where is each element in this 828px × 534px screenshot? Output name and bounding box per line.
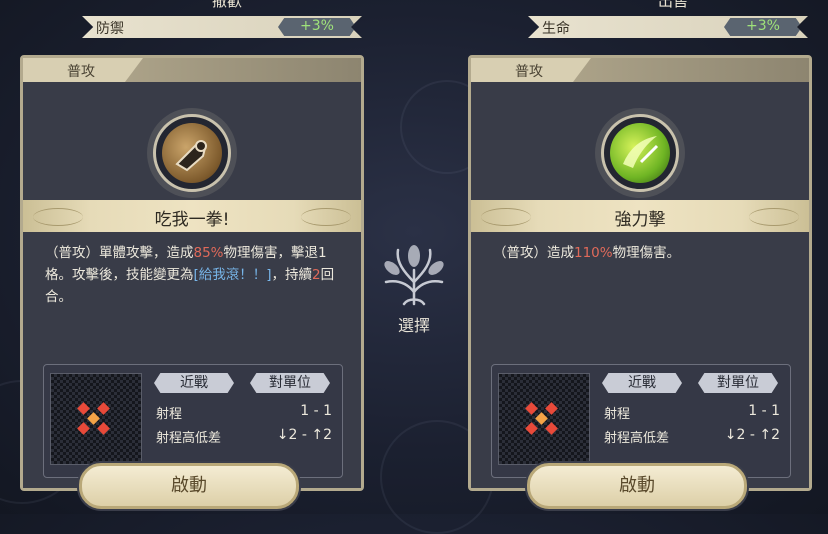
right-stat-tag: 出售 生命 +3% <box>528 0 818 38</box>
melee-tag: 近戰 <box>602 373 682 393</box>
right-activate-button[interactable]: 啟動 <box>527 463 747 509</box>
card-body: 吃我一拳! （普攻）單體攻擊，造成85%物理傷害，擊退1格。攻擊後，技能變更為[… <box>23 82 361 488</box>
left-top-caption: 撤歡 <box>211 0 242 10</box>
diamond-cross-pattern <box>525 402 558 435</box>
left-activate-button[interactable]: 啟動 <box>79 463 299 509</box>
right-top-caption: 出售 <box>657 0 688 10</box>
left-stat-value: +3% <box>300 18 334 34</box>
right-stat-value: +3% <box>746 18 780 34</box>
skill-name-banner: 吃我一拳! <box>23 200 361 232</box>
skill-name: 吃我一拳! <box>154 210 230 230</box>
desc-text: 物理傷害。 <box>612 245 681 261</box>
left-skill-card[interactable]: 普攻 吃我一拳! （普攻）單體攻擊，造成85%物理傷害，擊退1格。攻擊後，技能變… <box>20 55 364 491</box>
single-target-tag: 對單位 <box>698 373 778 393</box>
fist-icon <box>153 114 231 192</box>
diamond-cross-pattern <box>77 402 110 435</box>
sword-slash-icon <box>601 114 679 192</box>
range-label: 射程 <box>156 407 183 422</box>
duration-turns: 2 <box>312 267 321 283</box>
range-pattern-grid <box>498 373 590 465</box>
range-pattern-grid <box>50 373 142 465</box>
select-label[interactable]: 選擇 <box>374 312 454 336</box>
left-stat-name: 防禦 <box>96 21 124 37</box>
tree-emblem-icon[interactable] <box>372 232 456 316</box>
left-stat-tag: 撤歡 防禦 +3% <box>82 0 372 38</box>
desc-text: （普攻）單體攻擊，造成 <box>45 245 194 261</box>
single-target-tag: 對單位 <box>250 373 330 393</box>
right-stat-name: 生命 <box>542 21 570 37</box>
range-value: 1 - 1 <box>300 403 332 419</box>
skill-type-label: 普攻 <box>67 64 95 80</box>
melee-tag: 近戰 <box>154 373 234 393</box>
height-diff-value: ↓2 - ↑2 <box>724 427 780 443</box>
height-diff-label: 射程高低差 <box>604 431 670 446</box>
desc-text: ，持續 <box>271 267 313 283</box>
range-info-panel: 近戰 對單位 射程 1 - 1 射程高低差 ↓2 - ↑2 <box>491 364 791 478</box>
damage-percent: 85% <box>193 245 224 261</box>
left-stat-bar: 防禦 +3% <box>82 16 362 38</box>
skill-link[interactable]: [給我滾！！] <box>194 267 272 283</box>
damage-percent: 110% <box>574 245 613 261</box>
right-skill-card[interactable]: 普攻 強力擊 （普攻）造成110%物理傷害。 近戰 對單位 射程 1 - 1 射… <box>468 55 812 491</box>
skill-description: （普攻）單體攻擊，造成85%物理傷害，擊退1格。攻擊後，技能變更為[給我滾！！]… <box>45 242 343 308</box>
desc-text: （普攻）造成 <box>493 245 574 261</box>
card-body: 強力擊 （普攻）造成110%物理傷害。 近戰 對單位 射程 1 - 1 射程高低… <box>471 82 809 488</box>
height-diff-label: 射程高低差 <box>156 431 222 446</box>
height-diff-value: ↓2 - ↑2 <box>276 427 332 443</box>
skill-description: （普攻）造成110%物理傷害。 <box>493 242 791 264</box>
skill-name-banner: 強力擊 <box>471 200 809 232</box>
skill-name: 強力擊 <box>614 210 666 230</box>
range-value: 1 - 1 <box>748 403 780 419</box>
skill-type-label: 普攻 <box>515 64 543 80</box>
range-label: 射程 <box>604 407 631 422</box>
range-info-panel: 近戰 對單位 射程 1 - 1 射程高低差 ↓2 - ↑2 <box>43 364 343 478</box>
right-stat-bar: 生命 +3% <box>528 16 808 38</box>
